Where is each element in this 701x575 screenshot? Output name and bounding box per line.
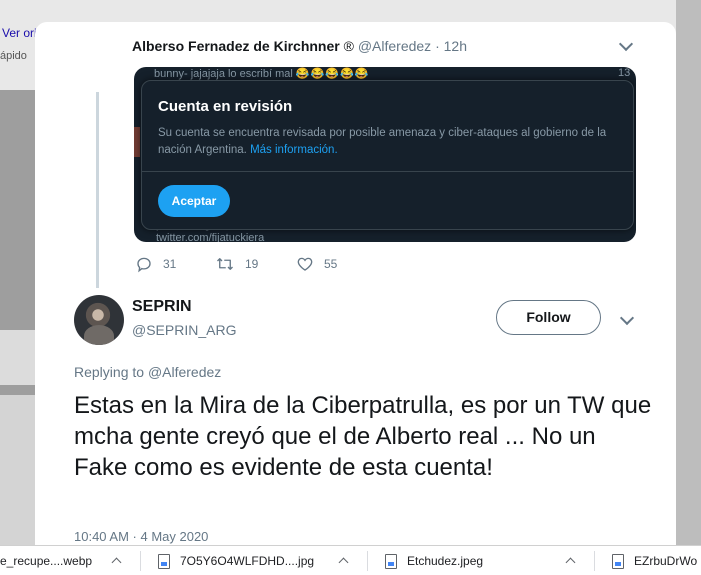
download-bar: e_recupe....webp 7O5Y6O4WLFDHD....jpg Et… <box>0 545 701 575</box>
tweet-timestamp[interactable]: 10:40 AM · 4 May 2020 <box>74 529 208 544</box>
quoted-separator: · <box>435 38 440 54</box>
download-item[interactable]: Etchudez.jpeg <box>385 546 483 575</box>
background-right-strip <box>676 0 701 545</box>
tweet-image[interactable]: bunny- jajajaja lo escribí mal 😂😂😂😂😂 13 … <box>134 67 636 242</box>
more-info-link: Más información. <box>250 144 338 156</box>
quoted-author-handle[interactable]: @Alferedez <box>358 38 431 54</box>
chevron-down-icon[interactable] <box>618 36 634 52</box>
author-name[interactable]: SEPRIN <box>132 298 192 316</box>
download-separator <box>140 551 141 571</box>
replying-to-mention[interactable]: @Alferedez <box>148 364 221 380</box>
quoted-tweet-header: Alberso Fernadez de Kirchnner ® @Alfered… <box>132 38 467 54</box>
tweet-text: Estas en la Mira de la Ciberpatrulla, es… <box>74 392 652 481</box>
file-icon <box>385 553 397 569</box>
image-background-fragment <box>134 127 140 157</box>
avatar[interactable] <box>74 295 124 345</box>
replying-to-line: Replying to @Alferedez <box>74 364 221 380</box>
reply-icon <box>137 257 151 273</box>
follow-button[interactable]: Follow <box>496 300 601 335</box>
quoted-time[interactable]: 12h <box>444 38 467 54</box>
dialog-body: Su cuenta se encuentra revisada por posi… <box>158 127 607 156</box>
replying-to-label: Replying to <box>74 364 145 380</box>
download-file-name: 7O5Y6O4WLFDHD....jpg <box>180 554 315 568</box>
emoji-row: 😂😂😂😂😂 <box>295 68 370 80</box>
author-handle[interactable]: @SEPRIN_ARG <box>132 322 236 338</box>
background-snippet: ápido <box>0 50 27 62</box>
file-icon <box>612 553 624 569</box>
tweet-modal: Alberso Fernadez de Kirchnner ® @Alfered… <box>35 22 676 545</box>
dialog-title: Cuenta en revisión <box>158 98 293 115</box>
reply-count: 31 <box>163 257 177 271</box>
chevron-down-icon[interactable] <box>619 310 635 326</box>
download-file-name: EZrbuDrWo <box>634 554 698 568</box>
retweet-button[interactable]: 19 <box>215 254 258 274</box>
download-item[interactable]: e_recupe....webp <box>0 546 92 575</box>
caret-up-icon[interactable] <box>110 546 124 575</box>
image-background-text: bunny- jajajaja lo escribí mal 😂😂😂😂😂 <box>154 68 370 80</box>
download-file-name: e_recupe....webp <box>0 554 93 568</box>
retweet-count: 19 <box>245 257 259 271</box>
caret-up-icon[interactable] <box>564 546 578 575</box>
dialog-divider <box>142 171 633 172</box>
download-item[interactable]: 7O5Y6O4WLFDHD....jpg <box>158 546 314 575</box>
reply-button[interactable]: 31 <box>135 254 176 274</box>
accept-button: Aceptar <box>158 185 230 217</box>
file-icon <box>158 553 170 569</box>
download-separator <box>367 551 368 571</box>
download-item[interactable]: EZrbuDrWo <box>612 546 697 575</box>
quoted-author-badge: ® <box>343 38 354 54</box>
like-count: 55 <box>324 257 338 271</box>
download-separator <box>594 551 595 571</box>
image-background-count: 13 <box>618 67 631 79</box>
thread-line <box>96 92 99 288</box>
retweet-icon <box>217 258 233 270</box>
account-review-dialog: Cuenta en revisión Su cuenta se encuentr… <box>141 80 634 230</box>
caret-up-icon[interactable] <box>337 546 351 575</box>
download-file-name: Etchudez.jpeg <box>407 554 484 568</box>
like-button[interactable]: 55 <box>296 254 337 274</box>
quoted-author-name[interactable]: Alberso Fernadez de Kirchnner <box>132 38 340 54</box>
heart-icon <box>297 257 313 271</box>
